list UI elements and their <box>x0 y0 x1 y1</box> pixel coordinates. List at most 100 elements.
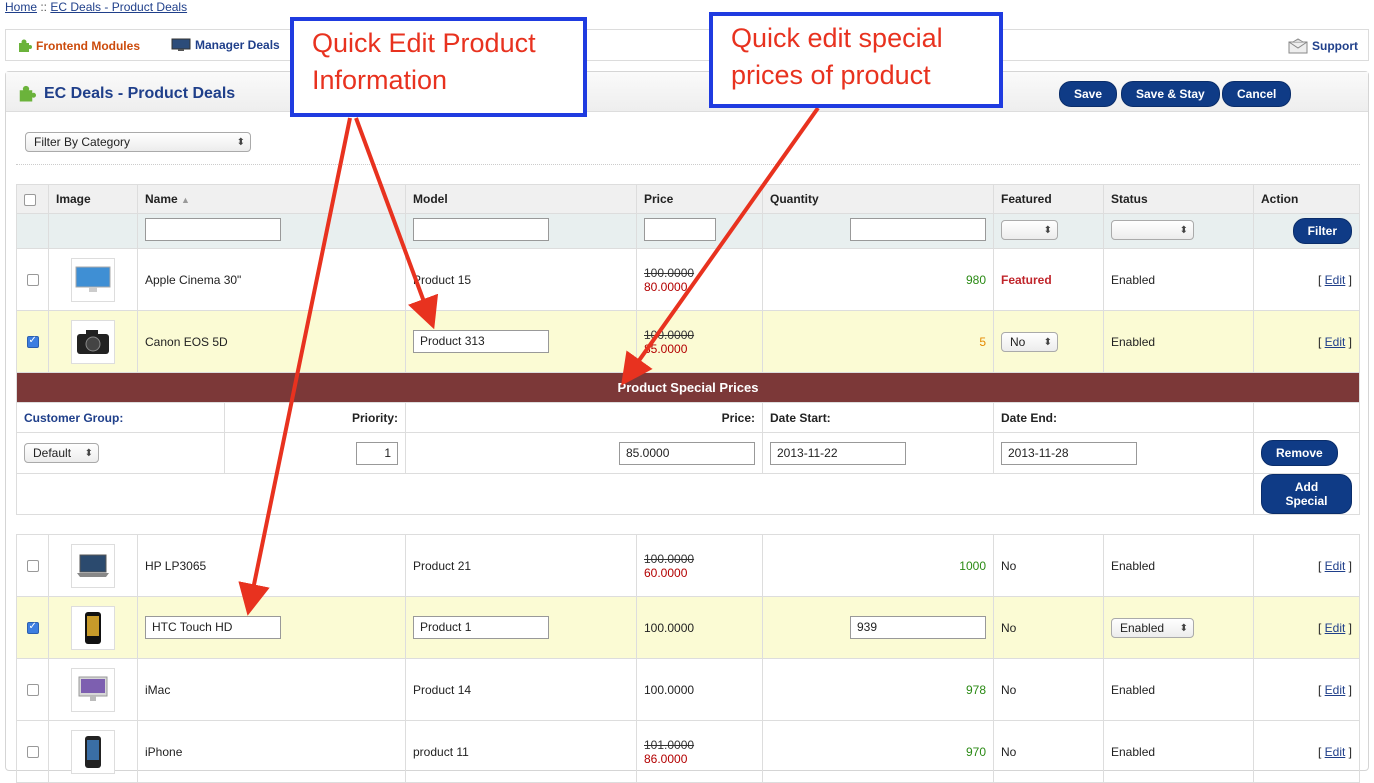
edit-link[interactable]: Edit <box>1325 621 1346 635</box>
product-image-monitor-icon[interactable] <box>71 257 115 302</box>
product-featured: No <box>993 658 1104 721</box>
filter-empty <box>16 213 49 249</box>
filter-status-cell <box>1103 213 1254 249</box>
cancel-button[interactable]: Cancel <box>1222 81 1292 107</box>
breadcrumb-home-link[interactable]: Home <box>5 0 37 14</box>
quantity-cell: 939 <box>762 596 994 659</box>
col-action: Action <box>1253 184 1360 214</box>
date-start-label: Date Start: <box>762 402 994 433</box>
featured-select[interactable]: No <box>1001 331 1058 352</box>
row-checkbox[interactable] <box>26 684 39 697</box>
product-quantity: 978 <box>762 658 994 721</box>
product-name: iPhone <box>137 720 406 783</box>
col-featured: Featured <box>993 184 1104 214</box>
row-select-cell <box>16 248 49 311</box>
row-checkbox[interactable] <box>26 274 39 287</box>
remove-special-button[interactable]: Remove <box>1261 440 1338 466</box>
edit-link[interactable]: Edit <box>1325 335 1346 349</box>
product-featured: No <box>993 720 1104 783</box>
nav-manager-deals[interactable]: Manager Deals <box>171 38 280 52</box>
product-price: 100.0000 85.0000 <box>636 310 763 373</box>
product-image-camera-icon[interactable] <box>71 319 115 364</box>
product-image-laptop-icon[interactable] <box>71 543 115 588</box>
table-row: HTC Touch HD Product 1 100.0000 939 No E… <box>16 596 1360 659</box>
col-quantity[interactable]: Quantity <box>762 184 994 214</box>
product-featured: Featured <box>993 248 1104 311</box>
row-checkbox[interactable] <box>26 335 39 349</box>
edit-link[interactable]: Edit <box>1325 745 1346 759</box>
nav-support[interactable]: Support <box>1288 38 1358 54</box>
table-row: iMac Product 14 100.0000 978 No Enabled … <box>16 658 1360 721</box>
filter-featured-select[interactable] <box>1001 219 1058 240</box>
save-button[interactable]: Save <box>1059 81 1118 107</box>
special-add-empty <box>16 473 1254 515</box>
filter-button[interactable]: Filter <box>1292 218 1352 244</box>
special-price-input[interactable]: 85.0000 <box>619 441 755 465</box>
filter-name-input[interactable] <box>145 218 281 241</box>
select-all-cell <box>16 184 49 214</box>
module-nav: Frontend Modules Manager Deals Support <box>5 29 1369 61</box>
product-image-imac-icon[interactable] <box>71 667 115 712</box>
nav-frontend-label: Frontend Modules <box>36 39 140 53</box>
row-image-cell <box>48 658 138 721</box>
special-prices-title: Product Special Prices <box>16 372 1360 403</box>
product-status: Enabled <box>1103 720 1254 783</box>
model-cell: Product 313 <box>405 310 637 373</box>
sort-asc-icon: ▲ <box>181 195 190 205</box>
priority-cell: 1 <box>225 441 405 465</box>
product-status: Enabled <box>1103 658 1254 721</box>
product-status: Enabled <box>1103 248 1254 311</box>
quantity-input[interactable]: 939 <box>850 616 986 639</box>
page-title-text: EC Deals - Product Deals <box>44 85 236 102</box>
product-model: Product 15 <box>405 248 637 311</box>
breadcrumb-current-link[interactable]: EC Deals - Product Deals <box>50 0 187 14</box>
edit-link[interactable]: Edit <box>1325 273 1346 287</box>
product-model: product 11 <box>405 720 637 783</box>
row-checkbox[interactable] <box>26 560 39 573</box>
filter-model-input[interactable] <box>413 218 549 241</box>
status-select[interactable]: Enabled <box>1111 617 1194 638</box>
row-image-cell <box>48 248 138 311</box>
product-name: iMac <box>137 658 406 721</box>
annotation-quick-edit-info: Quick Edit Product Information <box>290 17 587 117</box>
priority-input[interactable]: 1 <box>356 441 398 465</box>
edit-link[interactable]: Edit <box>1325 559 1346 573</box>
select-all-checkbox[interactable] <box>24 193 36 206</box>
row-checkbox[interactable] <box>26 746 39 759</box>
status-cell: Enabled <box>1103 596 1254 659</box>
featured-cell: No <box>993 310 1104 373</box>
annotation-line: prices of product <box>731 60 931 90</box>
filter-row: Filter <box>16 213 1360 249</box>
filter-quantity-input[interactable] <box>850 218 986 241</box>
filter-by-category-select[interactable]: Filter By Category <box>25 132 251 152</box>
col-price[interactable]: Price <box>636 184 763 214</box>
main-panel: EC Deals - Product Deals Save Save & Sta… <box>5 71 1369 783</box>
product-featured: No <box>993 534 1104 597</box>
product-image-phone-icon[interactable] <box>71 605 115 650</box>
col-name[interactable]: Name ▲ <box>137 184 406 214</box>
customer-group-select[interactable]: Default <box>24 443 99 463</box>
breadcrumb: Home :: EC Deals - Product Deals <box>5 0 187 14</box>
row-select-cell <box>16 658 49 721</box>
nav-frontend-modules[interactable]: Frontend Modules <box>16 38 140 54</box>
save-and-stay-button[interactable]: Save & Stay <box>1121 81 1220 107</box>
product-image-iphone-icon[interactable] <box>71 729 115 774</box>
name-input[interactable]: HTC Touch HD <box>145 616 281 639</box>
add-special-button[interactable]: Add Special <box>1261 474 1352 514</box>
monitor-icon <box>171 38 191 51</box>
model-input[interactable]: Product 1 <box>413 616 549 639</box>
filter-price-input[interactable] <box>644 218 716 241</box>
puzzle-icon <box>19 39 32 52</box>
row-checkbox[interactable] <box>26 621 39 635</box>
special-labels-row: Customer Group: Priority: Price: Date St… <box>16 402 1360 433</box>
date-start-input[interactable]: 2013-11-22 <box>770 441 906 465</box>
col-model[interactable]: Model <box>405 184 637 214</box>
edit-link[interactable]: Edit <box>1325 683 1346 697</box>
filter-status-select[interactable] <box>1111 219 1194 240</box>
col-status[interactable]: Status <box>1103 184 1254 214</box>
model-input[interactable]: Product 313 <box>413 330 549 353</box>
table-row: HP LP3065 Product 21 100.0000 60.0000 100… <box>16 534 1360 597</box>
product-price: 100.0000 60.0000 <box>636 534 763 597</box>
date-end-input[interactable]: 2013-11-28 <box>1001 441 1137 465</box>
nav-manager-label: Manager Deals <box>195 38 280 52</box>
